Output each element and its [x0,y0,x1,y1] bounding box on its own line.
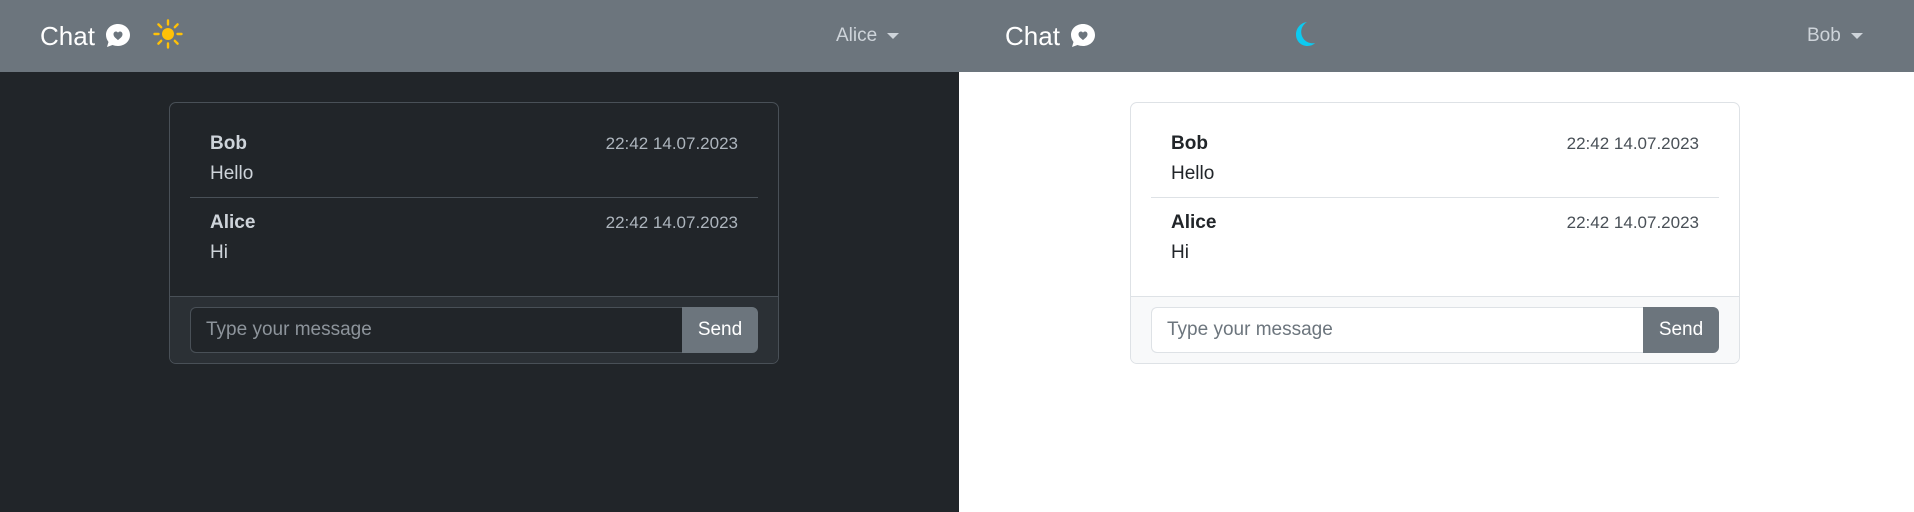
message-text: Hello [210,163,254,184]
moon-icon [1287,18,1319,55]
send-button[interactable]: Send [1643,307,1719,353]
message-text: Hi [1171,242,1189,263]
brand-link[interactable]: Chat [40,0,133,72]
chat-card: Bob 22:42 14.07.2023 Hello Alice 22:42 1… [1130,102,1740,364]
message-item: Bob 22:42 14.07.2023 Hello [190,125,758,197]
message-author: Alice [210,212,256,233]
message-author: Bob [210,133,247,154]
user-name: Bob [1807,25,1841,46]
message-author: Alice [1171,212,1217,233]
caret-down-icon [887,33,900,39]
brand-label: Chat [1005,20,1060,51]
user-dropdown[interactable]: Bob [1807,0,1863,72]
user-dropdown[interactable]: Alice [836,0,900,72]
sun-icon [152,18,184,55]
chat-pane-light: Chat Bob Bob 22:42 14.07.2023 Hello Alic… [959,0,1914,512]
message-time: 22:42 14.07.2023 [605,213,738,232]
user-name: Alice [836,25,878,46]
message-list: Bob 22:42 14.07.2023 Hello Alice 22:42 1… [170,103,778,296]
message-list: Bob 22:42 14.07.2023 Hello Alice 22:42 1… [1131,103,1739,296]
message-time: 22:42 14.07.2023 [605,134,738,153]
message-time: 22:42 14.07.2023 [1566,213,1699,232]
chat-card: Bob 22:42 14.07.2023 Hello Alice 22:42 1… [169,102,779,364]
message-composer: Send [1131,296,1739,363]
chat-heart-icon [1068,21,1098,51]
theme-toggle-button[interactable] [1285,18,1321,54]
brand-link[interactable]: Chat [1005,0,1098,72]
message-time: 22:42 14.07.2023 [1566,134,1699,153]
message-input[interactable] [190,307,682,353]
message-composer: Send [170,296,778,363]
navbar: Chat Alice [0,0,959,72]
theme-toggle-button[interactable] [150,18,186,54]
brand-label: Chat [40,20,95,51]
send-button[interactable]: Send [682,307,758,353]
navbar: Chat Bob [959,0,1914,72]
caret-down-icon [1850,33,1863,39]
message-item: Alice 22:42 14.07.2023 Hi [1151,197,1719,276]
message-item: Alice 22:42 14.07.2023 Hi [190,197,758,276]
message-input[interactable] [1151,307,1643,353]
chat-pane-dark: Chat Alice Bob 22:42 14.07.2023 Hello Al… [0,0,959,512]
message-text: Hello [1171,163,1215,184]
message-item: Bob 22:42 14.07.2023 Hello [1151,125,1719,197]
message-text: Hi [210,242,228,263]
chat-heart-icon [103,21,133,51]
message-author: Bob [1171,133,1208,154]
